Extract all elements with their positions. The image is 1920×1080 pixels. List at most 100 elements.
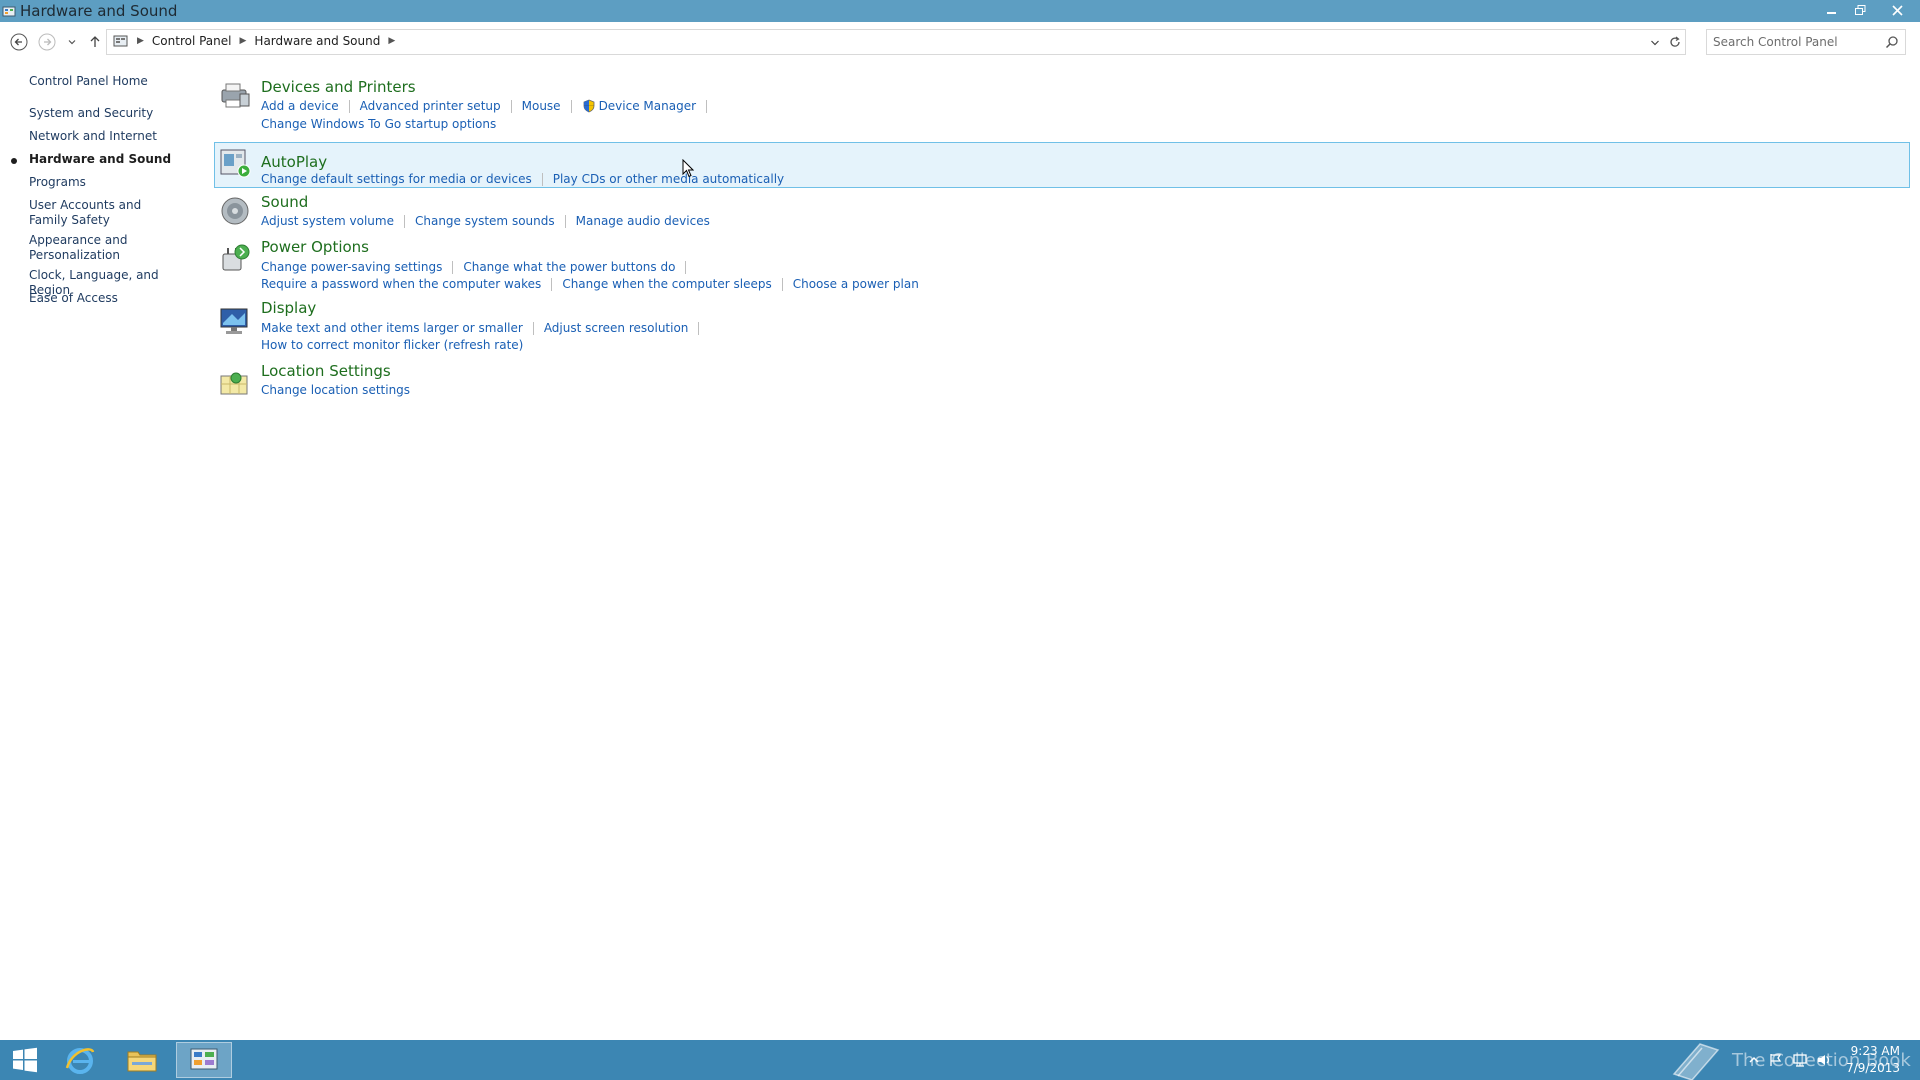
play-cds-automatically-link[interactable]: Play CDs or other media automatically [553,172,784,186]
link-separator [510,99,512,113]
sidebar-item-user-accounts[interactable]: User Accounts and Family Safety [29,198,174,228]
control-panel-icon [113,35,128,47]
up-button[interactable] [85,32,105,52]
close-icon [1891,4,1903,16]
search-box[interactable] [1706,29,1906,55]
mouse-cursor-icon [682,159,694,178]
address-dropdown-icon[interactable] [1650,39,1660,47]
advanced-printer-setup-link[interactable]: Advanced printer setup [360,99,501,113]
search-icon[interactable] [1885,35,1899,49]
mouse-link[interactable]: Mouse [522,99,561,113]
manage-audio-devices-link[interactable]: Manage audio devices [576,214,710,228]
windows-to-go-startup-link[interactable]: Change Windows To Go startup options [261,117,496,131]
add-a-device-link[interactable]: Add a device [261,99,339,113]
chevron-down-icon [68,40,76,45]
back-arrow-icon [10,33,28,51]
sidebar-item-ease-of-access[interactable]: Ease of Access [29,291,189,306]
change-sleep-time-link[interactable]: Change when the computer sleeps [562,277,771,291]
change-power-saving-settings-link[interactable]: Change power-saving settings [261,260,442,274]
breadcrumb-hardware-and-sound[interactable]: Hardware and Sound [254,34,380,48]
taskbar-file-explorer[interactable] [114,1040,170,1080]
category-links-row: Require a password when the computer wak… [261,277,919,291]
category-display: Display Make text and other items larger… [214,299,1910,359]
start-button[interactable] [0,1040,50,1080]
minimize-button[interactable] [1818,0,1846,20]
category-title-power-options[interactable]: Power Options [261,238,369,256]
taskbar-internet-explorer[interactable] [52,1040,108,1080]
title-bar: Hardware and Sound [0,0,1920,22]
control-panel-icon [190,1048,218,1070]
link-separator [698,321,700,335]
change-location-settings-link[interactable]: Change location settings [261,383,410,397]
category-title-autoplay[interactable]: AutoPlay [261,153,327,171]
refresh-icon[interactable] [1668,35,1682,49]
forward-button[interactable] [37,32,57,52]
link-separator [551,277,553,291]
internet-explorer-icon [65,1048,95,1074]
require-password-on-wake-link[interactable]: Require a password when the computer wak… [261,277,541,291]
category-autoplay[interactable]: AutoPlay Change default settings for med… [214,142,1910,188]
forward-arrow-icon [38,33,56,51]
network-icon[interactable] [1792,1052,1808,1068]
breadcrumb-separator-icon[interactable]: ▶ [388,36,395,46]
link-separator [348,99,350,113]
change-system-sounds-link[interactable]: Change system sounds [415,214,555,228]
windows-logo-icon [13,1047,37,1073]
up-arrow-icon [90,36,100,47]
category-title-location-settings[interactable]: Location Settings [261,362,391,380]
category-links-row: Change default settings for media or dev… [261,172,784,186]
close-button[interactable] [1874,0,1920,20]
autoplay-icon [220,149,251,178]
sidebar-item-programs[interactable]: Programs [29,175,189,190]
taskbar: The Collection Book 9:23 AM 7/9/2013 [0,1040,1920,1080]
location-icon [220,372,248,395]
folder-icon [127,1051,157,1072]
category-title-sound[interactable]: Sound [261,193,308,211]
search-input[interactable] [1713,33,1878,51]
breadcrumb-separator-icon[interactable]: ▶ [240,36,247,46]
category-links-row: Change power-saving settings Change what… [261,260,696,274]
sidebar-item-appearance[interactable]: Appearance and Personalization [29,233,139,263]
link-separator [570,99,572,113]
make-text-larger-link[interactable]: Make text and other items larger or smal… [261,321,523,335]
address-bar[interactable]: ▶ Control Panel ▶ Hardware and Sound ▶ [106,29,1686,55]
category-links-row: Make text and other items larger or smal… [261,321,709,335]
category-links-row: Change Windows To Go startup options [261,117,496,131]
monitor-flicker-link[interactable]: How to correct monitor flicker (refresh … [261,338,523,352]
category-title-devices-and-printers[interactable]: Devices and Printers [261,78,416,96]
adjust-system-volume-link[interactable]: Adjust system volume [261,214,394,228]
window-controls [1818,0,1920,22]
book-icon [1672,1043,1720,1080]
sidebar-item-network-and-internet[interactable]: Network and Internet [29,129,189,144]
taskbar-control-panel[interactable] [176,1042,232,1078]
restore-button[interactable] [1846,0,1874,20]
sidebar-item-system-and-security[interactable]: System and Security [29,106,189,121]
control-panel-home-link[interactable]: Control Panel Home [29,74,148,88]
breadcrumb-control-panel[interactable]: Control Panel [152,34,232,48]
clock-time: 9:23 AM [1850,1044,1900,1058]
recent-locations-button[interactable] [62,32,82,52]
back-button[interactable] [9,32,29,52]
minimize-icon [1827,12,1836,14]
breadcrumb: ▶ Control Panel ▶ Hardware and Sound ▶ [113,34,403,48]
system-clock[interactable]: 9:23 AM 7/9/2013 [1820,1043,1900,1077]
speaker-icon [221,197,249,225]
restore-icon [1854,4,1865,15]
clock-date: 7/9/2013 [1846,1061,1900,1075]
device-manager-link[interactable]: Device Manager [599,99,696,113]
window-title: Hardware and Sound [20,2,178,20]
show-hidden-icons-icon[interactable] [1746,1052,1762,1068]
link-separator [532,321,534,335]
category-links-row: How to correct monitor flicker (refresh … [261,338,523,352]
change-power-buttons-link[interactable]: Change what the power buttons do [463,260,675,274]
breadcrumb-separator-icon[interactable]: ▶ [137,36,144,46]
action-center-flag-icon[interactable] [1768,1052,1784,1068]
change-autoplay-defaults-link[interactable]: Change default settings for media or dev… [261,172,532,186]
category-location-settings: Location Settings Change location settin… [214,362,1910,408]
control-panel-icon [2,6,16,17]
adjust-screen-resolution-link[interactable]: Adjust screen resolution [544,321,689,335]
sidebar-item-hardware-and-sound[interactable]: Hardware and Sound [29,152,189,167]
category-title-display[interactable]: Display [261,299,316,317]
choose-power-plan-link[interactable]: Choose a power plan [793,277,919,291]
link-separator [541,172,543,186]
